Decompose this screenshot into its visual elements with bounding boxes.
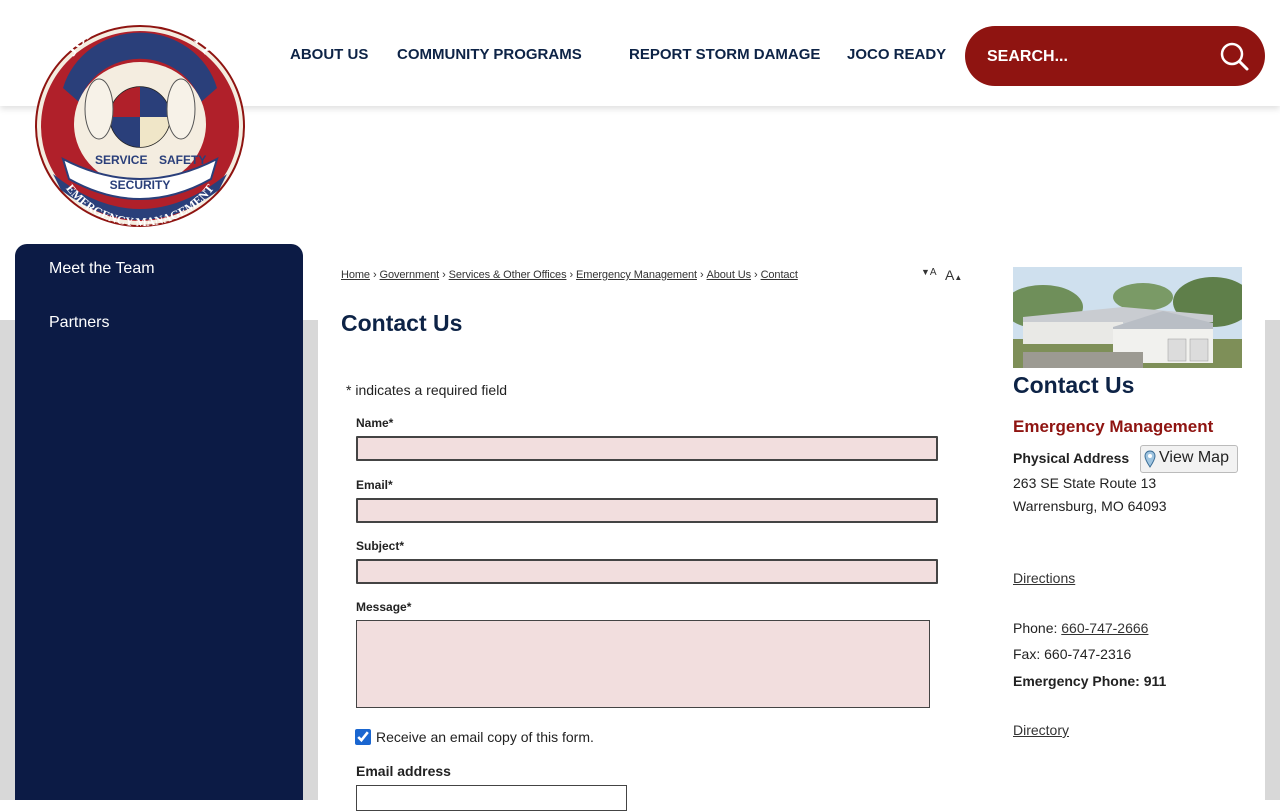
breadcrumb-contact[interactable]: Contact [761, 269, 798, 281]
office-building-photo [1013, 267, 1242, 368]
breadcrumb-about-us[interactable]: About Us [707, 269, 752, 281]
increase-font-button[interactable]: A▲ [945, 267, 962, 283]
map-pin-icon [1144, 450, 1156, 468]
email-field[interactable] [356, 498, 938, 523]
contact-info-title: Contact Us [1013, 372, 1135, 398]
search-bar [965, 26, 1265, 86]
svg-text:SECURITY: SECURITY [110, 178, 171, 192]
name-field[interactable] [356, 436, 938, 461]
phone-link[interactable]: 660-747-2666 [1061, 620, 1148, 636]
sidebar-item-partners[interactable]: Partners [49, 314, 109, 332]
breadcrumb-services-other-offices[interactable]: Services & Other Offices [449, 269, 567, 281]
message-field[interactable] [356, 620, 930, 708]
emergency-phone-line: Emergency Phone: 911 [1013, 673, 1166, 689]
email-label: Email* [356, 478, 393, 492]
emergency-phone-number: 911 [1143, 673, 1167, 689]
subject-label: Subject* [356, 539, 405, 553]
nav-community-programs[interactable]: COMMUNITY PROGRAMS [397, 46, 582, 63]
name-label: Name* [356, 416, 394, 430]
address-line-1: 263 SE State Route 13 [1013, 475, 1157, 491]
email-copy-label: Receive an email copy of this form. [376, 729, 594, 745]
emergency-management-seal-logo: JOHNSON COUNTY SERVICE SAFETY SECURITY E… [35, 4, 245, 229]
site-logo[interactable]: JOHNSON COUNTY SERVICE SAFETY SECURITY E… [33, 4, 247, 242]
breadcrumb-government[interactable]: Government [380, 269, 440, 281]
email-address-field[interactable] [356, 785, 627, 811]
directory-link[interactable]: Directory [1013, 722, 1069, 738]
search-button[interactable] [1217, 39, 1251, 73]
subject-field[interactable] [356, 559, 938, 584]
email-copy-checkbox[interactable] [355, 729, 371, 745]
breadcrumb-home[interactable]: Home [341, 269, 370, 281]
breadcrumb-emergency-management[interactable]: Emergency Management [576, 269, 697, 281]
search-input[interactable] [985, 42, 1209, 72]
breadcrumb: Home › Government › Services & Other Offices… [341, 269, 798, 281]
nav-about-us[interactable]: ABOUT US [290, 46, 368, 63]
view-map-button[interactable]: View Map [1140, 445, 1238, 473]
sidebar-nav: Meet the Team Partners [15, 244, 303, 800]
page-title: Contact Us [341, 310, 463, 336]
nav-joco-ready[interactable]: JOCO READY [847, 46, 946, 63]
decrease-font-button[interactable]: ▼A [921, 267, 937, 278]
nav-report-storm-damage[interactable]: REPORT STORM DAMAGE [629, 46, 820, 63]
required-field-note: * indicates a required field [346, 382, 508, 398]
directions-link[interactable]: Directions [1013, 570, 1075, 586]
svg-text:SERVICE: SERVICE [95, 153, 147, 167]
emergency-phone-label: Emergency Phone: [1013, 673, 1140, 689]
physical-address-label: Physical Address [1013, 450, 1130, 466]
fax-line: Fax: 660-747-2316 [1013, 646, 1132, 662]
main-content: Home › Government › Services & Other Offices… [318, 244, 1265, 811]
phone-line: Phone: 660-747-2666 [1013, 620, 1148, 636]
phone-label: Phone: [1013, 620, 1058, 636]
svg-text:SAFETY: SAFETY [159, 153, 206, 167]
department-name: Emergency Management [1013, 417, 1214, 436]
building-image [1013, 267, 1242, 368]
sidebar-item-meet-the-team[interactable]: Meet the Team [49, 260, 155, 278]
address-line-2: Warrensburg, MO 64093 [1013, 498, 1167, 514]
search-icon [1220, 42, 1249, 71]
message-label: Message* [356, 600, 412, 614]
view-map-label: View Map [1159, 449, 1229, 466]
email-address-label: Email address [356, 763, 451, 779]
